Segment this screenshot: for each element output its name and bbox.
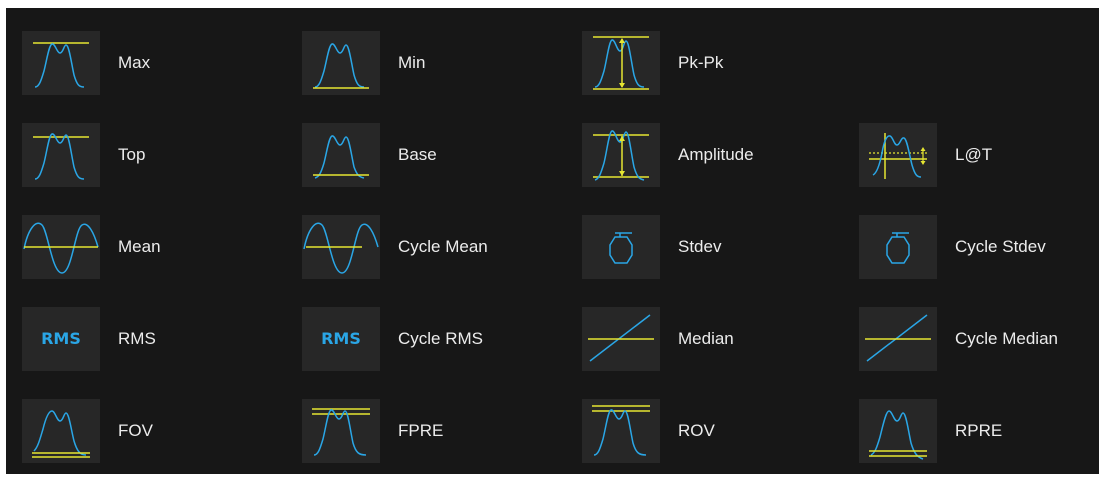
- measure-item-stdev[interactable]: Stdev: [582, 215, 721, 279]
- fov-icon: [22, 399, 100, 463]
- measure-label: Max: [118, 53, 151, 72]
- rms-icon: RMS: [22, 307, 100, 371]
- rpre-icon: [859, 399, 937, 463]
- measure-label: RMS: [118, 329, 156, 348]
- base-icon: [302, 123, 380, 187]
- measure-label: FPRE: [398, 421, 444, 440]
- measure-item-cycle-rms[interactable]: RMS Cycle RMS: [302, 307, 483, 371]
- measure-label: Cycle RMS: [398, 329, 484, 348]
- measure-item-rov[interactable]: ROV: [582, 399, 715, 463]
- measure-label: Min: [398, 53, 426, 72]
- measure-label: Cycle Mean: [398, 237, 488, 256]
- measure-item-cycle-stdev[interactable]: Cycle Stdev: [859, 215, 1046, 279]
- measure-item-fov[interactable]: FOV: [22, 399, 153, 463]
- amplitude-icon: [582, 123, 660, 187]
- cycle-mean-icon: [302, 215, 380, 279]
- measure-item-pk-pk[interactable]: Pk-Pk: [582, 31, 723, 95]
- measure-label: Cycle Stdev: [955, 237, 1046, 256]
- mean-icon: [22, 215, 100, 279]
- measure-item-min[interactable]: Min: [302, 31, 425, 95]
- median-icon: [582, 307, 660, 371]
- measure-item-cycle-mean[interactable]: Cycle Mean: [302, 215, 488, 279]
- min-icon: [302, 31, 380, 95]
- level-at-time-icon: [859, 123, 937, 187]
- cycle-median-icon: [859, 307, 937, 371]
- measure-label: Mean: [118, 237, 161, 256]
- stdev-icon: [582, 215, 660, 279]
- top-icon: [22, 123, 100, 187]
- measure-item-fpre[interactable]: FPRE: [302, 399, 443, 463]
- measure-label: FOV: [118, 421, 153, 440]
- measure-item-base[interactable]: Base: [302, 123, 437, 187]
- measure-item-max[interactable]: Max: [22, 31, 150, 95]
- measure-label: Cycle Median: [955, 329, 1058, 348]
- measure-item-median[interactable]: Median: [582, 307, 734, 371]
- measure-item-cycle-median[interactable]: Cycle Median: [859, 307, 1058, 371]
- measure-label: Top: [118, 145, 146, 164]
- measure-label: Amplitude: [678, 145, 754, 164]
- measurement-panel: Max Min Pk-Pk Top Base Amplitude L@T Mea…: [6, 8, 1099, 474]
- measure-label: ROV: [678, 421, 715, 440]
- measure-item-amplitude[interactable]: Amplitude: [582, 123, 754, 187]
- measure-item-rpre[interactable]: RPRE: [859, 399, 1002, 463]
- measure-label: L@T: [955, 145, 993, 164]
- measure-item-mean[interactable]: Mean: [22, 215, 161, 279]
- max-icon: [22, 31, 100, 95]
- measure-item-top[interactable]: Top: [22, 123, 145, 187]
- measure-item-rms[interactable]: RMS RMS: [22, 307, 156, 371]
- measure-label: Pk-Pk: [678, 53, 724, 72]
- measure-label: Median: [678, 329, 734, 348]
- cycle-rms-icon: RMS: [302, 307, 380, 371]
- measure-item-l-at-t[interactable]: L@T: [859, 123, 992, 187]
- measure-label: RPRE: [955, 421, 1003, 440]
- measure-label: Stdev: [678, 237, 722, 256]
- fpre-icon: [302, 399, 380, 463]
- pk-pk-icon: [582, 31, 660, 95]
- measure-label: Base: [398, 145, 437, 164]
- rov-icon: [582, 399, 660, 463]
- cycle-stdev-icon: [859, 215, 937, 279]
